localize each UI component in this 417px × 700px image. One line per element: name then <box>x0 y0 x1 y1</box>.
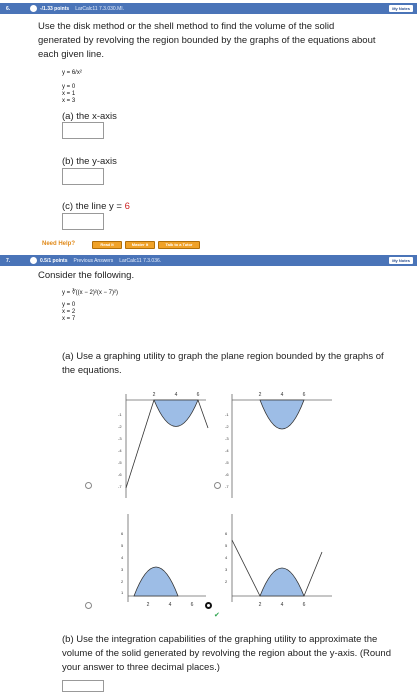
y-tick: -3 <box>118 436 122 441</box>
region-fill <box>153 399 199 427</box>
y-tick: -1 <box>225 412 229 417</box>
part-a-label: (a) Use a graphing utility to graph the … <box>62 351 384 376</box>
graph-option-radio-4[interactable] <box>205 602 212 609</box>
y-tick: 2 <box>225 579 228 584</box>
y-tick: -7 <box>118 484 122 489</box>
question-prompt: Use the disk method or the shell method … <box>38 21 376 60</box>
answer-input-b[interactable] <box>62 168 104 185</box>
y-tick: -1 <box>118 412 122 417</box>
need-help-label: Need Help? <box>42 241 76 247</box>
part-b-label: (b) the y-axis <box>62 156 117 167</box>
source-label: LarCalc11 7.3.036. <box>119 257 162 264</box>
question-number: 7. <box>6 257 11 264</box>
y-tick: 5 <box>121 543 124 548</box>
graph-option-radio-3[interactable] <box>85 602 92 609</box>
y-tick: -6 <box>118 472 122 477</box>
answer-input-volume[interactable] <box>62 680 104 692</box>
y-tick: -4 <box>118 448 122 453</box>
graph-option-radio-2[interactable] <box>214 482 221 489</box>
y-tick: -6 <box>225 472 229 477</box>
part-c-label: (c) the line y = 6 <box>62 200 130 214</box>
region-fill <box>259 399 305 430</box>
equation-4: x = 3 <box>62 98 76 104</box>
points-label: -/1.33 points <box>40 5 70 12</box>
answer-input-a[interactable] <box>62 122 104 139</box>
y-tick: 2 <box>121 579 124 584</box>
equation-1: y = ∛((x − 2)²(x − 7)²) <box>62 290 118 296</box>
region-fill <box>133 566 179 597</box>
answer-input-c[interactable] <box>62 213 104 230</box>
status-dot-icon <box>30 257 37 264</box>
y-tick: 1 <box>121 590 124 595</box>
y-tick: 3 <box>225 567 228 572</box>
graph-option-2: 2 4 6 -1 -2 -3 -4 -5 -6 -7 <box>225 392 332 498</box>
curve-left <box>125 399 155 489</box>
question-prompt: Consider the following. <box>38 270 135 281</box>
question-number: 6. <box>6 5 11 12</box>
part-c-value: 6 <box>124 201 130 212</box>
x-tick: 4 <box>281 392 284 398</box>
y-tick: 3 <box>121 567 124 572</box>
graph-option-4: 6 5 4 3 2 2 4 6 <box>225 514 332 608</box>
x-tick: 2 <box>147 602 150 608</box>
x-tick: 6 <box>303 392 306 398</box>
master-it-button[interactable]: Master It <box>125 241 155 249</box>
read-it-button[interactable]: Read It <box>92 241 122 249</box>
y-tick: -3 <box>225 436 229 441</box>
part-b-label: (b) Use the integration capabilities of … <box>62 634 392 673</box>
x-tick: 6 <box>191 602 194 608</box>
previous-answers-link[interactable]: Previous Answers <box>74 258 114 264</box>
equation-2: y = 0 <box>62 302 76 308</box>
question-header-6: 6. -/1.33 points LarCalc11 7.3.030.MI. M… <box>0 3 417 14</box>
equation-3: x = 2 <box>62 309 76 315</box>
region-fill <box>259 567 305 597</box>
part-c-prefix: (c) the line y = <box>62 201 125 212</box>
y-tick: -2 <box>225 424 229 429</box>
graph-option-1: 2 4 6 -1 -2 -3 -4 -5 -6 -7 <box>118 392 209 498</box>
x-tick: 6 <box>303 602 306 608</box>
question-header-7: 7. 0.5/1 points Previous Answers LarCalc… <box>0 255 417 266</box>
y-tick: 4 <box>121 555 124 560</box>
x-tick: 2 <box>259 392 262 398</box>
status-dot-icon <box>30 5 37 12</box>
y-tick: -5 <box>225 460 229 465</box>
curve-right <box>197 399 209 429</box>
y-tick: 6 <box>121 531 124 536</box>
y-tick: -5 <box>118 460 122 465</box>
x-tick: 2 <box>153 392 156 398</box>
y-tick: 4 <box>225 555 228 560</box>
equation-3: x = 1 <box>62 91 76 97</box>
my-notes-button[interactable]: My Notes <box>389 5 413 12</box>
x-tick: 6 <box>197 392 200 398</box>
y-tick: -4 <box>225 448 229 453</box>
x-tick: 4 <box>175 392 178 398</box>
y-tick: 6 <box>225 531 228 536</box>
x-tick: 4 <box>169 602 172 608</box>
graph-option-3: 6 5 4 3 2 1 2 4 6 <box>121 514 206 608</box>
x-tick: 4 <box>281 602 284 608</box>
my-notes-button[interactable]: My Notes <box>389 257 413 264</box>
equation-2: y = 0 <box>62 84 76 90</box>
curve-right <box>303 551 323 597</box>
y-tick: -2 <box>118 424 122 429</box>
points-label: 0.5/1 points <box>40 257 68 264</box>
curve-left <box>231 539 261 597</box>
graph-option-radio-1[interactable] <box>85 482 92 489</box>
y-tick: 5 <box>225 543 228 548</box>
equation-4: x = 7 <box>62 316 76 322</box>
source-label: LarCalc11 7.3.030.MI. <box>75 5 125 12</box>
correct-check-icon: ✔ <box>214 612 220 619</box>
y-tick: -7 <box>225 484 229 489</box>
talk-to-tutor-button[interactable]: Talk to a Tutor <box>158 241 200 249</box>
equation-1: y = 6/x² <box>62 70 82 76</box>
x-tick: 2 <box>259 602 262 608</box>
